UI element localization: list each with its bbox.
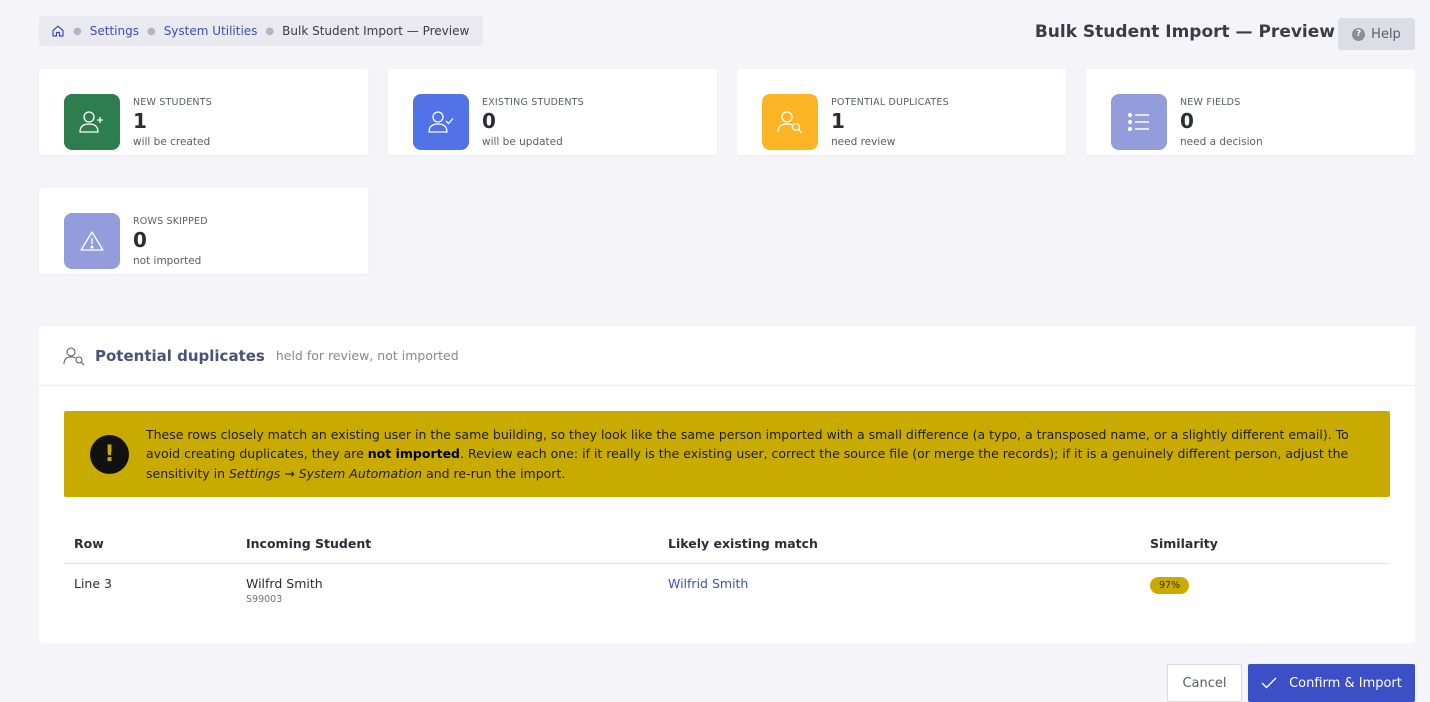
stat-card-existing-students: EXISTING STUDENTS 0 will be updated: [388, 69, 717, 155]
stat-tile: [64, 213, 120, 269]
column-header-row: Row: [64, 525, 236, 564]
page-title: Bulk Student Import — Preview: [1034, 22, 1335, 42]
table-row: Line 3 Wilfrd Smith S99003 Wilfrid Smith…: [64, 563, 1390, 617]
stat-value: 0: [1180, 109, 1194, 133]
stat-value: 1: [831, 109, 845, 133]
page: ● Settings ● System Utilities ● Bulk Stu…: [0, 0, 1430, 702]
stat-sub: need review: [831, 136, 896, 148]
alert-text-part: and re-run the import.: [422, 465, 566, 481]
list-icon: [1127, 112, 1149, 132]
alert-emphasis: not imported: [367, 446, 461, 462]
breadcrumb-separator: ●: [73, 25, 82, 37]
breadcrumb-settings[interactable]: Settings: [90, 24, 139, 38]
user-search-icon: [777, 111, 803, 134]
panel-subtitle: held for review, not imported: [275, 348, 459, 363]
check-icon: [1261, 677, 1277, 689]
likely-match-link[interactable]: Wilfrid Smith: [668, 576, 748, 591]
column-header-likely-match: Likely existing match: [658, 525, 1140, 564]
stat-tile: [1111, 94, 1167, 150]
breadcrumb: ● Settings ● System Utilities ● Bulk Stu…: [39, 16, 484, 46]
stat-card-potential-duplicates: POTENTIAL DUPLICATES 1 need review: [737, 69, 1066, 155]
help-label: Help: [1371, 26, 1401, 42]
stat-tile: [64, 94, 120, 150]
alert-text: These rows closely match an existing use…: [146, 425, 1366, 484]
stat-card-new-fields: NEW FIELDS 0 need a decision: [1086, 69, 1415, 155]
stat-label: EXISTING STUDENTS: [482, 97, 584, 108]
stat-value: 0: [482, 109, 496, 133]
breadcrumb-separator: ●: [146, 25, 156, 37]
duplicates-alert: ! These rows closely match an existing u…: [64, 411, 1390, 497]
stat-sub: not imported: [133, 255, 202, 267]
incoming-student-id: S99003: [246, 593, 283, 605]
column-header-similarity: Similarity: [1140, 525, 1390, 564]
row-line: Line 3: [74, 575, 112, 591]
user-check-icon: [428, 111, 454, 133]
similarity-cell: 97%: [1140, 563, 1390, 617]
stat-sub: need a decision: [1180, 136, 1263, 148]
stat-label: NEW STUDENTS: [133, 97, 212, 108]
stat-tile: [413, 94, 469, 150]
exclamation-icon: !: [90, 434, 129, 474]
duplicates-table: Row Incoming Student Likely existing mat…: [64, 525, 1390, 617]
warning-triangle-icon: [80, 231, 104, 251]
column-header-incoming-student: Incoming Student: [236, 525, 658, 564]
question-circle-icon: ?: [1352, 27, 1366, 41]
similarity-badge: 97%: [1150, 576, 1190, 594]
duplicates-panel: Potential duplicates held for review, no…: [39, 326, 1415, 643]
panel-title: Potential duplicates: [95, 346, 265, 365]
user-search-icon: [63, 346, 85, 366]
incoming-student-cell: Wilfrd Smith S99003: [236, 563, 658, 617]
stat-card-rows-skipped: ROWS SKIPPED 0 not imported: [39, 188, 368, 274]
confirm-import-button[interactable]: Confirm & Import: [1248, 664, 1415, 702]
stat-tile: [762, 94, 818, 150]
likely-match-cell: Wilfrid Smith: [658, 563, 1140, 617]
stat-card-new-students: NEW STUDENTS 1 will be created: [39, 69, 368, 155]
alert-settings-path: Settings → System Automation: [229, 465, 423, 481]
home-icon[interactable]: [51, 24, 65, 38]
stat-value: 1: [133, 109, 147, 133]
confirm-label: Confirm & Import: [1289, 675, 1402, 691]
stat-sub: will be updated: [482, 136, 563, 148]
breadcrumb-current: Bulk Student Import — Preview: [282, 24, 470, 38]
panel-header: Potential duplicates held for review, no…: [39, 326, 1415, 386]
cancel-button[interactable]: Cancel: [1167, 664, 1242, 702]
help-button[interactable]: ? Help: [1338, 18, 1415, 50]
breadcrumb-separator: ●: [265, 25, 275, 37]
stat-label: NEW FIELDS: [1180, 97, 1241, 108]
stat-label: ROWS SKIPPED: [133, 216, 208, 227]
stat-label: POTENTIAL DUPLICATES: [831, 97, 949, 108]
table-header-row: Row Incoming Student Likely existing mat…: [64, 525, 1390, 564]
user-plus-icon: [79, 111, 103, 133]
stat-sub: will be created: [133, 136, 211, 148]
incoming-student-name: Wilfrd Smith: [246, 575, 323, 591]
breadcrumb-system-utilities[interactable]: System Utilities: [164, 24, 258, 38]
stat-value: 0: [133, 228, 147, 252]
